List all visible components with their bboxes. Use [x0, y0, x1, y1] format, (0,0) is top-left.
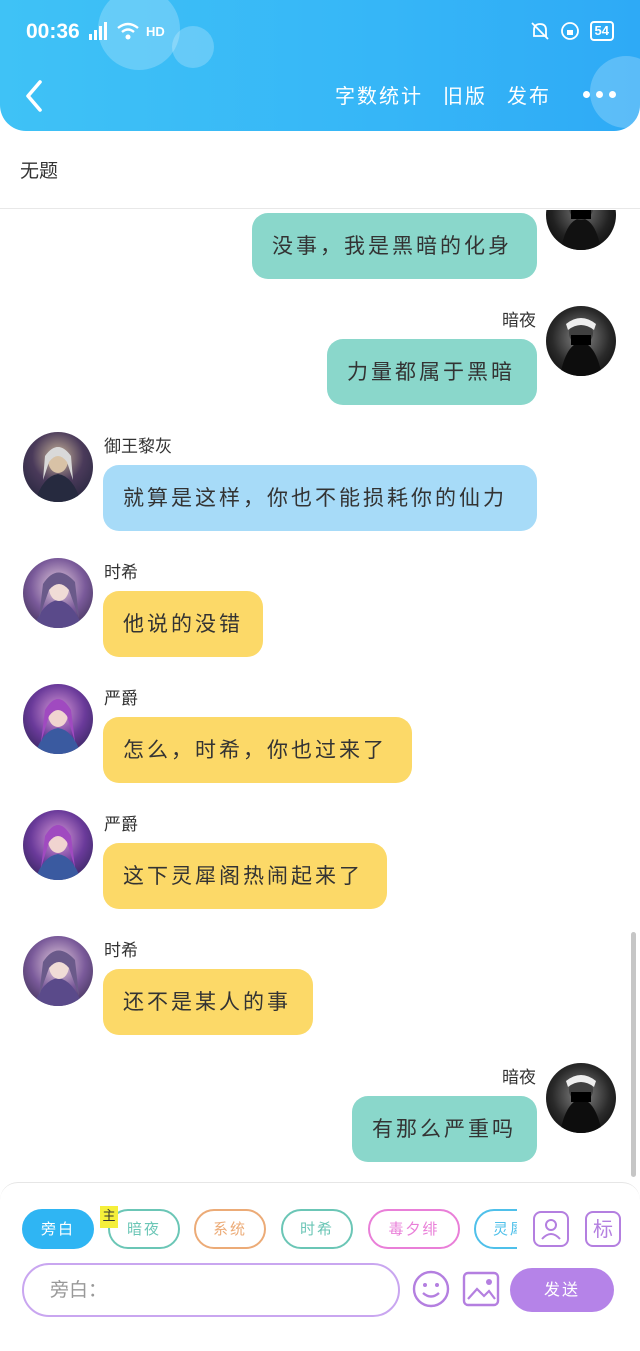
message-bubble[interactable]: 还不是某人的事 — [103, 969, 313, 1035]
avatar-character-icon — [33, 950, 83, 1006]
status-right-icons: 54 — [530, 21, 614, 41]
hd-label: HD — [146, 23, 165, 39]
message-bubble[interactable]: 怎么，时希，你也过来了 — [103, 717, 412, 783]
message-bubble[interactable]: 就算是这样，你也不能损耗你的仙力 — [103, 465, 537, 531]
signal-icon — [89, 22, 107, 40]
avatar[interactable] — [23, 432, 93, 502]
lock-rotation-icon — [560, 22, 579, 40]
more-dot-icon — [583, 91, 590, 98]
avatar[interactable] — [546, 1063, 616, 1133]
avatar-dark-figure-icon — [561, 210, 601, 250]
image-icon — [462, 1271, 500, 1307]
story-title-bar[interactable]: 无题 — [0, 131, 640, 209]
avatar-dark-figure-icon — [560, 1075, 602, 1133]
message-bubble[interactable]: 有那么严重吗 — [352, 1096, 537, 1162]
app-header: 00:36 HD 54 字数统计 旧版 发布 — [0, 0, 640, 131]
old-version-button[interactable]: 旧版 — [443, 80, 487, 109]
chevron-left-icon — [26, 80, 42, 112]
avatar[interactable] — [23, 558, 93, 628]
message-bubble[interactable]: 这下灵犀阁热闹起来了 — [103, 843, 387, 909]
avatar[interactable] — [23, 810, 93, 880]
bell-mute-icon — [530, 22, 549, 40]
role-chip-shixi[interactable]: 时希 — [281, 1209, 353, 1249]
more-dot-icon — [596, 91, 603, 98]
avatar-character-icon — [35, 699, 81, 754]
avatar-dark-figure-icon — [560, 318, 602, 376]
smile-icon — [412, 1270, 450, 1308]
chat-scrollbar[interactable] — [631, 932, 636, 1177]
avatar[interactable] — [546, 306, 616, 376]
composer-panel: 旁白 暗夜 系统 时希 毒夕绯 灵犀 标 发送 — [0, 1182, 640, 1351]
message-bubble[interactable]: 力量都属于黑暗 — [327, 339, 537, 405]
speaker-name: 暗夜 — [502, 311, 536, 331]
back-button[interactable] — [20, 78, 50, 114]
role-chip-lingxi[interactable]: 灵犀 — [474, 1209, 517, 1249]
more-menu-button[interactable] — [583, 91, 616, 98]
image-button[interactable] — [462, 1271, 500, 1307]
story-title: 无题 — [20, 160, 59, 182]
message-bubble[interactable]: 没事，我是黑暗的化身 — [252, 213, 537, 279]
send-button[interactable]: 发送 — [510, 1268, 614, 1312]
speaker-name: 御王黎灰 — [104, 437, 172, 457]
nav-bar: 字数统计 旧版 发布 — [0, 74, 640, 120]
status-bar: 00:36 HD 54 — [26, 20, 614, 48]
word-count-button[interactable]: 字数统计 — [335, 80, 423, 109]
publish-button[interactable]: 发布 — [507, 80, 551, 109]
role-chip-anye[interactable]: 暗夜 — [108, 1209, 180, 1249]
message-bubble[interactable]: 他说的没错 — [103, 591, 263, 657]
speaker-name: 严爵 — [104, 815, 138, 835]
avatar-character-icon — [35, 447, 81, 502]
avatar[interactable] — [23, 936, 93, 1006]
avatar-character-icon — [35, 825, 81, 880]
chat-list[interactable]: 没事，我是黑暗的化身 暗夜 力量都属于黑暗 御王黎灰 就算是这样，你也不能损耗你… — [0, 210, 640, 1180]
avatar[interactable] — [546, 210, 616, 250]
message-input[interactable] — [22, 1263, 400, 1317]
person-icon — [541, 1219, 561, 1240]
nav-actions: 字数统计 旧版 发布 — [335, 80, 616, 109]
speaker-name: 暗夜 — [502, 1068, 536, 1088]
speaker-name: 时希 — [104, 941, 138, 961]
role-chip-duxifei[interactable]: 毒夕绯 — [368, 1209, 460, 1249]
role-chip-list[interactable]: 旁白 暗夜 系统 时希 毒夕绯 灵犀 — [22, 1209, 517, 1251]
more-dot-icon — [609, 91, 616, 98]
speaker-name: 严爵 — [104, 689, 138, 709]
mark-button[interactable]: 标 — [585, 1211, 621, 1247]
main-role-badge: 主 — [100, 1206, 118, 1228]
avatar-character-icon — [33, 572, 83, 628]
emoji-button[interactable] — [411, 1269, 451, 1309]
battery-indicator: 54 — [589, 21, 614, 41]
role-chip-narrator[interactable]: 旁白 — [22, 1209, 94, 1249]
avatar[interactable] — [23, 684, 93, 754]
status-time: 00:36 — [26, 20, 80, 43]
status-left-icons: HD — [88, 22, 165, 40]
wifi-icon — [117, 22, 139, 40]
speaker-name: 时希 — [104, 563, 138, 583]
character-manage-button[interactable] — [533, 1211, 569, 1247]
role-chip-system[interactable]: 系统 — [194, 1209, 266, 1249]
